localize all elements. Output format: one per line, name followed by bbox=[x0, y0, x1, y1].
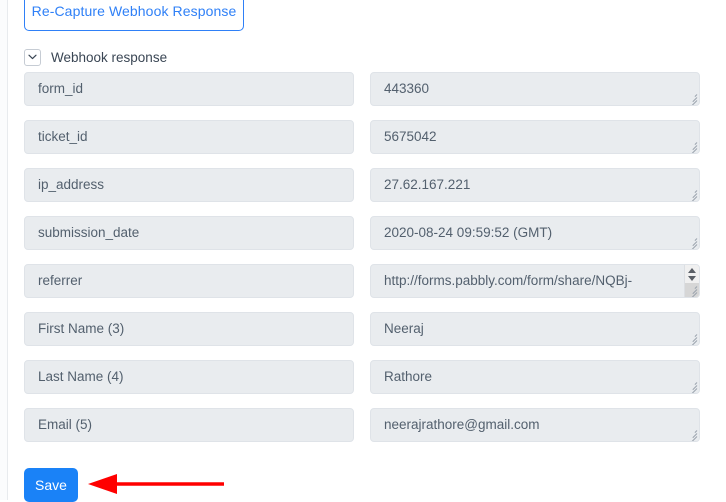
chevron-down-icon[interactable] bbox=[24, 48, 41, 66]
field-value[interactable]: 27.62.167.221 bbox=[370, 168, 700, 202]
field-rows: form_id 443360 ticket_id 5675042 ip_address 2… bbox=[0, 72, 726, 456]
field-key[interactable]: ticket_id bbox=[24, 120, 354, 154]
re-capture-webhook-response-button[interactable]: Re-Capture Webhook Response bbox=[24, 0, 244, 31]
resize-grip-icon[interactable] bbox=[686, 332, 698, 345]
field-value[interactable]: neerajrathore@gmail.com bbox=[370, 408, 700, 442]
field-key[interactable]: referrer bbox=[24, 264, 354, 298]
field-row: referrer http://forms.pabbly.com/form/sha… bbox=[0, 264, 726, 312]
field-key[interactable]: form_id bbox=[24, 72, 354, 106]
resize-grip-icon[interactable] bbox=[686, 140, 698, 153]
webhook-response-section-header: Webhook response bbox=[24, 46, 167, 68]
field-row: form_id 443360 bbox=[0, 72, 726, 120]
resize-grip-icon[interactable] bbox=[686, 188, 698, 201]
scrollbar-track[interactable] bbox=[685, 283, 699, 297]
field-value[interactable]: Neeraj bbox=[370, 312, 700, 346]
field-value[interactable]: Rathore bbox=[370, 360, 700, 394]
field-value[interactable]: http://forms.pabbly.com/form/share/NQBj- bbox=[370, 264, 700, 298]
field-row: Last Name (4) Rathore bbox=[0, 360, 726, 408]
field-row: submission_date 2020-08-24 09:59:52 (GMT) bbox=[0, 216, 726, 264]
field-row: ticket_id 5675042 bbox=[0, 120, 726, 168]
annotation-arrow-pointing-to-save bbox=[88, 472, 224, 496]
resize-grip-icon[interactable] bbox=[686, 428, 698, 441]
field-value[interactable]: 443360 bbox=[370, 72, 700, 106]
field-row: First Name (3) Neeraj bbox=[0, 312, 726, 360]
field-value[interactable]: 2020-08-24 09:59:52 (GMT) bbox=[370, 216, 700, 250]
resize-grip-icon[interactable] bbox=[686, 92, 698, 105]
field-key[interactable]: submission_date bbox=[24, 216, 354, 250]
resize-grip-icon[interactable] bbox=[686, 236, 698, 249]
field-row: ip_address 27.62.167.221 bbox=[0, 168, 726, 216]
field-key[interactable]: First Name (3) bbox=[24, 312, 354, 346]
resize-grip-icon[interactable] bbox=[686, 380, 698, 393]
section-title: Webhook response bbox=[51, 49, 168, 65]
scroll-down-arrow-icon[interactable] bbox=[685, 274, 699, 283]
field-key[interactable]: Last Name (4) bbox=[24, 360, 354, 394]
webhook-response-panel: Re-Capture Webhook Response Webhook resp… bbox=[0, 0, 726, 502]
vertical-scrollbar[interactable] bbox=[684, 265, 699, 297]
field-value[interactable]: 5675042 bbox=[370, 120, 700, 154]
field-key[interactable]: ip_address bbox=[24, 168, 354, 202]
field-row: Email (5) neerajrathore@gmail.com bbox=[0, 408, 726, 456]
field-key[interactable]: Email (5) bbox=[24, 408, 354, 442]
save-button[interactable]: Save bbox=[24, 468, 78, 502]
